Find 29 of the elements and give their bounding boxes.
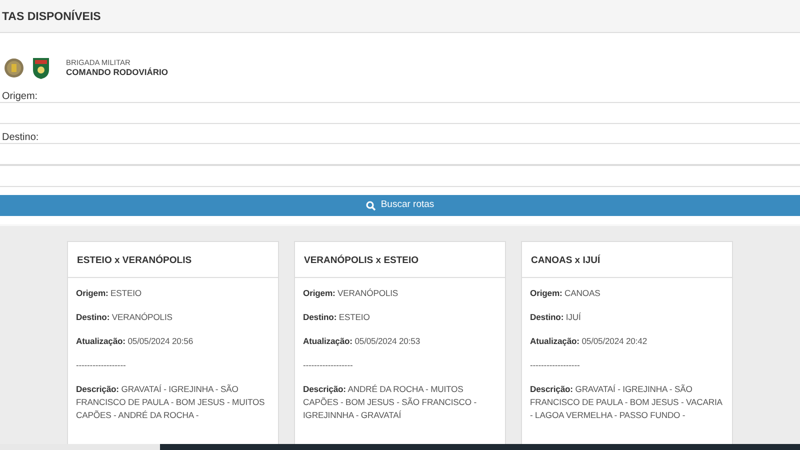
route-description: Descrição: ANDRÉ DA ROCHA - MUITOS CAPÕES - BOM JESUS - SÃO FRANCISCO - IGREJINNHA - GRAVATAÍ bbox=[303, 383, 478, 422]
route-detail: Origem: CANOAS bbox=[530, 287, 602, 300]
shield-icon bbox=[32, 56, 50, 80]
route-detail: Atualização: 05/05/2024 20:56 bbox=[76, 335, 194, 348]
panel-title: TAS DISPONÍVEIS bbox=[0, 0, 800, 33]
route-detail: Destino: VERANÓPOLIS bbox=[76, 311, 174, 324]
search-button[interactable]: Buscar rotas bbox=[0, 195, 800, 216]
route-description: Descrição: GRAVATAÍ - IGREJINHA - SÃO FRANCISCO DE PAULA - BOM JESUS - VACARIA - LAGOA VERMELHA - PASSO FUNDO - bbox=[530, 383, 724, 422]
route-detail: Destino: ESTEIO bbox=[303, 311, 371, 324]
separator-text: ------------------ bbox=[530, 359, 581, 372]
route-title: VERANÓPOLIS x ESTEIO bbox=[295, 242, 505, 278]
emblem-icon bbox=[4, 57, 24, 79]
route-detail: Atualização: 05/05/2024 20:53 bbox=[303, 335, 422, 348]
input-field[interactable] bbox=[0, 102, 800, 124]
route-detail: Origem: VERANÓPOLIS bbox=[303, 287, 400, 300]
route-title: CANOAS x IJUÍ bbox=[522, 242, 732, 278]
route-detail: Atualização: 05/05/2024 20:42 bbox=[530, 335, 648, 348]
search-icon bbox=[366, 200, 376, 210]
route-detail: Origem: ESTEIO bbox=[76, 287, 142, 300]
input-field[interactable] bbox=[0, 143, 800, 165]
field-label: Origem: bbox=[2, 90, 39, 102]
input-field[interactable] bbox=[0, 165, 800, 187]
route-detail: Destino: IJUÍ bbox=[530, 311, 582, 324]
separator-text: ------------------ bbox=[303, 359, 354, 372]
field-label: Destino: bbox=[2, 131, 40, 143]
brand-name: COMANDO RODOVIÁRIO bbox=[66, 67, 168, 78]
route-title: ESTEIO x VERANÓPOLIS bbox=[68, 242, 278, 278]
route-description: Descrição: GRAVATAÍ - IGREJINHA - SÃO FRANCISCO DE PAULA - BOM JESUS - MUITOS CAPÕES - ANDRÉ DA ROCHA - bbox=[76, 383, 266, 422]
separator-text: ------------------ bbox=[76, 359, 127, 372]
